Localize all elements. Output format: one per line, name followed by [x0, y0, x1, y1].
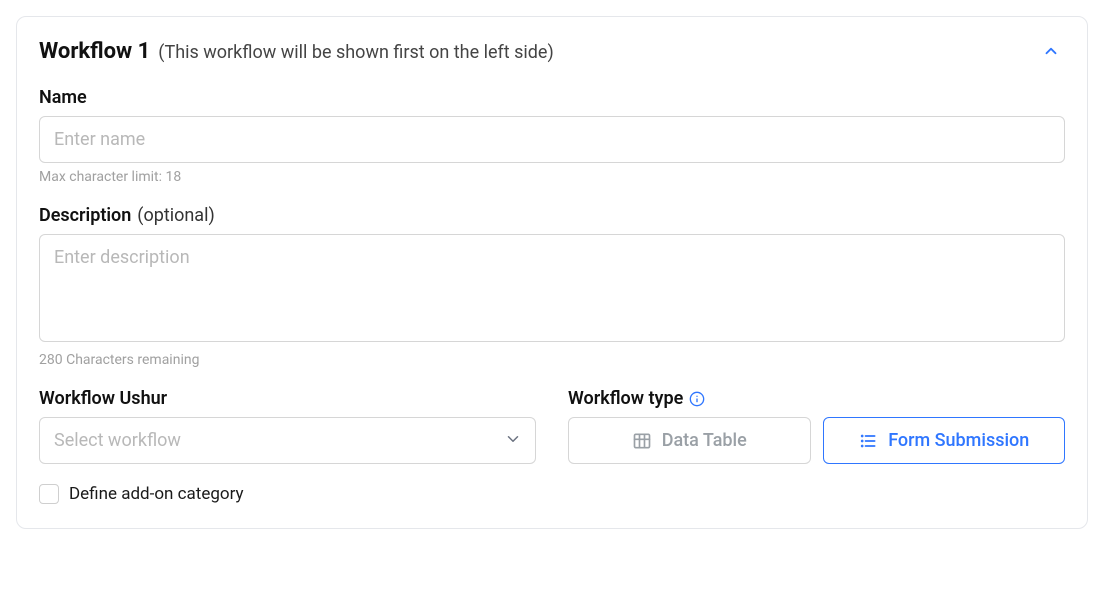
form-list-icon	[858, 431, 878, 451]
ushur-field: Workflow Ushur Select workflow	[39, 388, 536, 464]
collapse-button[interactable]	[1037, 37, 1065, 65]
type-label: Workflow type	[568, 388, 1065, 409]
table-icon	[632, 431, 652, 451]
description-helper: 280 Characters remaining	[39, 352, 1065, 368]
name-helper: Max character limit: 18	[39, 169, 1065, 185]
workflow-row: Workflow Ushur Select workflow Workflow …	[39, 388, 1065, 464]
description-input[interactable]	[39, 234, 1065, 342]
type-option-data-table-label: Data Table	[662, 430, 747, 451]
type-field: Workflow type	[568, 388, 1065, 464]
ushur-label: Workflow Ushur	[39, 388, 536, 409]
workflow-config-card: Workflow 1 (This workflow will be shown …	[16, 16, 1088, 529]
card-header: Workflow 1 (This workflow will be shown …	[39, 37, 1065, 65]
description-label: Description (optional)	[39, 205, 1065, 226]
addon-row: Define add-on category	[39, 484, 1065, 504]
ushur-select[interactable]: Select workflow	[39, 417, 536, 464]
type-option-form-submission[interactable]: Form Submission	[823, 417, 1066, 464]
chevron-up-icon	[1042, 42, 1060, 60]
description-optional-text: (optional)	[137, 205, 214, 226]
info-icon[interactable]	[689, 391, 705, 407]
addon-checkbox[interactable]	[39, 484, 59, 504]
description-label-text: Description	[39, 205, 131, 226]
description-field: Description (optional) 280 Characters re…	[39, 205, 1065, 368]
name-field: Name Max character limit: 18	[39, 87, 1065, 185]
ushur-select-wrapper: Select workflow	[39, 417, 536, 464]
header-title-group: Workflow 1 (This workflow will be shown …	[39, 39, 554, 64]
type-option-data-table[interactable]: Data Table	[568, 417, 811, 464]
name-input[interactable]	[39, 116, 1065, 163]
type-label-text: Workflow type	[568, 388, 683, 409]
name-label: Name	[39, 87, 1065, 108]
section-subtitle: (This workflow will be shown first on th…	[158, 42, 553, 63]
type-toggle-group: Data Table Form Submission	[568, 417, 1065, 464]
addon-label[interactable]: Define add-on category	[69, 484, 244, 504]
type-option-form-submission-label: Form Submission	[888, 430, 1029, 451]
section-title: Workflow 1	[39, 39, 150, 64]
